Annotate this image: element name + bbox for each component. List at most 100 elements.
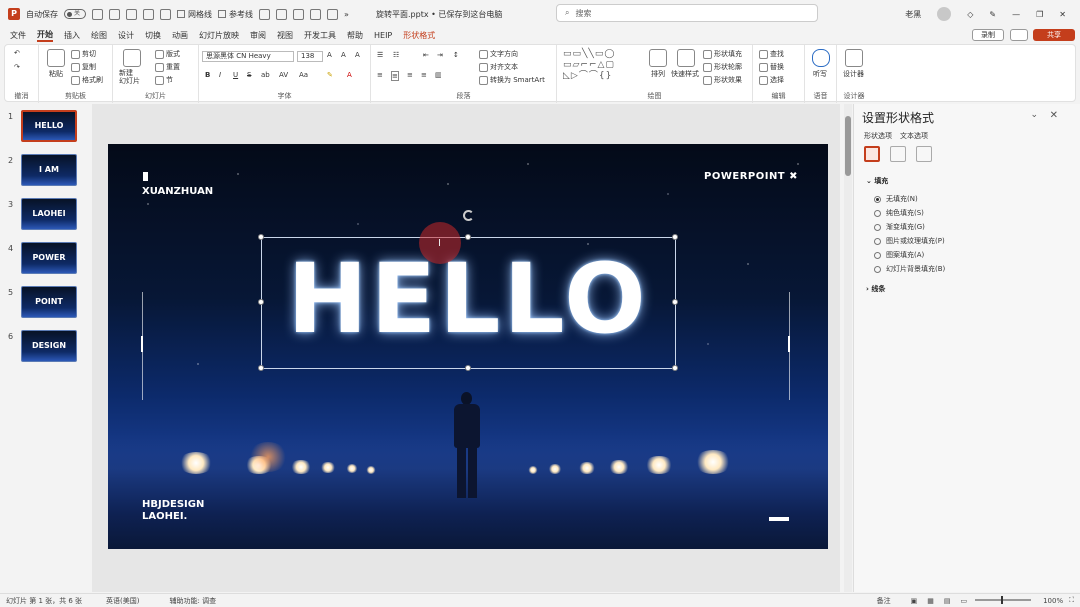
shape-effects-button[interactable]: 形状效果 xyxy=(703,75,742,85)
language-status[interactable]: 英语(美国) xyxy=(106,596,139,606)
pane-close-icon[interactable]: ✕ xyxy=(1050,110,1058,121)
tab-text-options[interactable]: 文本选项 xyxy=(900,131,928,141)
undo-icon[interactable]: ↶ xyxy=(14,49,20,57)
guides-checkbox-box[interactable] xyxy=(218,10,226,18)
bullets-icon[interactable]: ☰ xyxy=(377,51,383,59)
save-icon[interactable] xyxy=(92,8,103,20)
record-button[interactable]: 录制 xyxy=(972,29,1004,41)
scrollbar-thumb[interactable] xyxy=(845,116,851,176)
new-slide-button[interactable]: 新建 幻灯片 xyxy=(119,69,140,85)
slide-sorter-icon[interactable]: ▦ xyxy=(927,597,934,605)
copy-button[interactable]: 复制 xyxy=(71,62,96,72)
align-text-button[interactable]: 对齐文本 xyxy=(479,62,518,72)
resize-handle-bottom-left[interactable] xyxy=(258,365,264,371)
more-commands[interactable]: » xyxy=(344,10,349,19)
accessibility-status[interactable]: 辅助功能: 调查 xyxy=(170,596,217,606)
zoom-slider-thumb[interactable] xyxy=(1001,596,1003,604)
char-spacing-button[interactable]: AV xyxy=(279,71,288,79)
resize-handle-left[interactable] xyxy=(258,299,264,305)
tab-13[interactable]: 形状格式 xyxy=(403,30,435,41)
radio-circle[interactable] xyxy=(874,265,881,273)
resize-handle-bottom-right[interactable] xyxy=(672,365,678,371)
search-box[interactable]: ⌕ 搜索 xyxy=(556,4,818,22)
quick-styles-icon[interactable] xyxy=(677,49,695,67)
shape-fill-button[interactable]: 形状填充 xyxy=(703,49,742,59)
canvas-scrollbar[interactable] xyxy=(844,104,852,592)
arrange-icon[interactable] xyxy=(649,49,667,67)
tab-6[interactable]: 动画 xyxy=(172,30,188,41)
tab-2[interactable]: 插入 xyxy=(64,30,80,41)
highlight-button[interactable]: ✎ xyxy=(327,71,333,79)
reading-view-icon[interactable]: ▤ xyxy=(944,597,951,605)
designer-button[interactable]: 设计器 xyxy=(843,69,864,79)
tab-7[interactable]: 幻灯片放映 xyxy=(199,30,239,41)
avatar[interactable] xyxy=(937,7,952,21)
resize-handle-top[interactable] xyxy=(465,234,471,240)
resize-handle-top-right[interactable] xyxy=(672,234,678,240)
autosave-toggle[interactable]: 关 xyxy=(64,9,86,19)
slide-bottom-left-text-2[interactable]: LAOHEI. xyxy=(142,511,187,523)
shape-icon[interactable] xyxy=(143,8,154,20)
gridlines-checkbox-box[interactable] xyxy=(177,10,185,18)
font-size-combo[interactable]: 138 xyxy=(297,51,323,62)
minimize-icon[interactable]: — xyxy=(1012,10,1020,19)
table-icon[interactable] xyxy=(276,8,287,20)
resize-handle-bottom[interactable] xyxy=(465,365,471,371)
paste-button[interactable]: 粘贴 xyxy=(49,69,63,79)
slide-thumbnail[interactable]: POINT xyxy=(21,286,77,318)
align-icon[interactable] xyxy=(293,8,304,20)
arrange-button[interactable]: 排列 xyxy=(651,69,665,79)
effects-pentagon-icon[interactable] xyxy=(890,146,906,162)
numbering-icon[interactable]: ☷ xyxy=(393,51,399,59)
radio-circle[interactable] xyxy=(874,209,881,217)
dictate-button[interactable]: 听写 xyxy=(813,69,827,79)
radio-circle[interactable] xyxy=(874,251,881,259)
slide-thumbnail[interactable]: I AM xyxy=(21,154,77,186)
text-direction-button[interactable]: 文字方向 xyxy=(479,49,518,59)
present-icon[interactable] xyxy=(109,8,120,20)
tab-shape-options[interactable]: 形状选项 xyxy=(864,131,892,141)
smartart-button[interactable]: 转换为 SmartArt xyxy=(479,75,545,85)
chart-icon[interactable] xyxy=(310,8,321,20)
tab-3[interactable]: 绘图 xyxy=(91,30,107,41)
tab-1[interactable]: 开始 xyxy=(37,29,53,42)
font-name-combo[interactable]: 思源黑体 CN Heavy xyxy=(202,51,294,62)
rotate-handle-icon[interactable] xyxy=(463,210,474,221)
cut-button[interactable]: 剪切 xyxy=(71,49,96,59)
slide-thumbnail[interactable]: LAOHEI xyxy=(21,198,77,230)
restore-icon[interactable]: ❐ xyxy=(1036,10,1043,19)
user-name[interactable]: 老黑 xyxy=(905,9,921,20)
diamond-icon[interactable]: ◇ xyxy=(967,10,973,19)
resize-handle-right[interactable] xyxy=(672,299,678,305)
fill-option-radio[interactable]: 图片或纹理填充(P) xyxy=(874,236,945,246)
font-color-button[interactable]: A xyxy=(347,71,352,79)
columns-icon[interactable]: ▥ xyxy=(435,71,442,79)
pane-options-chevron-icon[interactable]: ⌄ xyxy=(1030,110,1038,120)
line-section-header[interactable]: › 线条 xyxy=(866,284,885,294)
change-case-button[interactable]: Aa xyxy=(299,71,308,79)
slide-top-right-text[interactable]: POWERPOINT ✖ xyxy=(704,171,798,182)
decrease-indent-icon[interactable]: ⇤ xyxy=(423,51,429,59)
share-button[interactable]: 共享 xyxy=(1033,29,1075,41)
tab-0[interactable]: 文件 xyxy=(10,30,26,41)
shape-outline-button[interactable]: 形状轮廓 xyxy=(703,62,742,72)
resize-handle-top-left[interactable] xyxy=(258,234,264,240)
strikethrough-button[interactable]: S xyxy=(247,71,251,79)
align-center-icon[interactable]: ≡ xyxy=(391,71,399,81)
gridlines-checkbox[interactable]: 网格线 xyxy=(177,9,212,20)
fill-option-radio[interactable]: 渐变填充(G) xyxy=(874,222,925,232)
fill-option-radio[interactable]: 纯色填充(S) xyxy=(874,208,924,218)
increase-indent-icon[interactable]: ⇥ xyxy=(437,51,443,59)
normal-view-icon[interactable]: ▣ xyxy=(911,597,918,605)
align-left-icon[interactable]: ≡ xyxy=(377,71,383,79)
tab-4[interactable]: 设计 xyxy=(118,30,134,41)
zoom-slider[interactable] xyxy=(975,596,1031,604)
format-painter-button[interactable]: 格式刷 xyxy=(71,75,103,85)
fill-option-radio[interactable]: 图案填充(A) xyxy=(874,250,924,260)
clear-format-button[interactable]: A xyxy=(355,51,360,59)
radio-circle[interactable] xyxy=(874,237,881,245)
tab-9[interactable]: 视图 xyxy=(277,30,293,41)
italic-button[interactable]: I xyxy=(219,71,221,79)
tab-11[interactable]: 帮助 xyxy=(347,30,363,41)
selection-box[interactable] xyxy=(261,237,676,369)
